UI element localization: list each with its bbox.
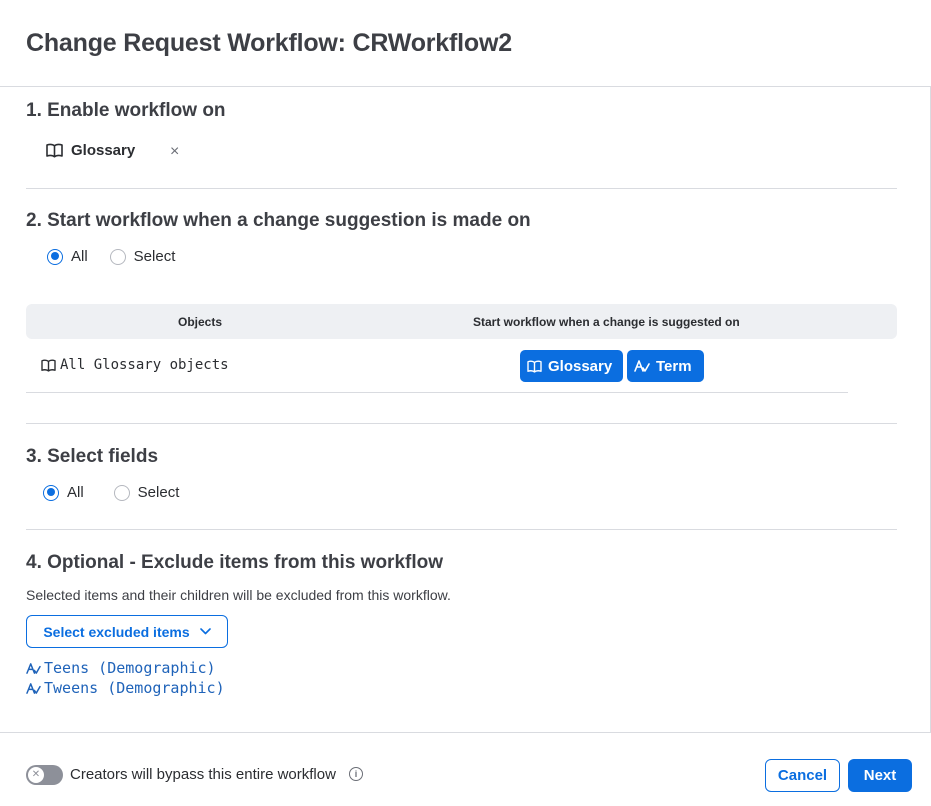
excluded-item[interactable]: Tweens (Demographic) bbox=[26, 679, 225, 697]
radio-label: All bbox=[67, 484, 84, 501]
section-2-title: 2. Start workflow when a change suggesti… bbox=[26, 210, 531, 231]
trigger-radio-group: All Select bbox=[47, 248, 175, 265]
book-icon bbox=[46, 143, 63, 158]
section-3-title: 3. Select fields bbox=[26, 446, 159, 467]
next-button[interactable]: Next bbox=[848, 759, 912, 792]
close-icon: ✕ bbox=[28, 767, 44, 783]
column-header-objects: Objects bbox=[178, 315, 223, 329]
radio-select[interactable]: Select bbox=[113, 484, 180, 501]
excluded-item-label: Teens (Demographic) bbox=[44, 659, 216, 677]
chevron-down-icon bbox=[199, 628, 211, 635]
dialog-header: Change Request Workflow: CRWorkflow2 bbox=[0, 0, 931, 87]
book-icon bbox=[41, 359, 56, 372]
tag-glossary[interactable]: Glossary bbox=[520, 350, 623, 382]
excluded-item-label: Tweens (Demographic) bbox=[44, 679, 225, 697]
select-excluded-label: Select excluded items bbox=[43, 623, 190, 640]
tag-label: Glossary bbox=[548, 357, 613, 375]
section-4-title: 4. Optional - Exclude items from this wo… bbox=[26, 552, 444, 573]
info-icon[interactable]: i bbox=[349, 767, 363, 781]
section-1-title: 1. Enable workflow on bbox=[26, 100, 226, 121]
select-excluded-items-button[interactable]: Select excluded items bbox=[26, 615, 228, 648]
dialog-footer: ✕ Creators will bypass this entire workf… bbox=[0, 732, 931, 806]
table-row: All Glossary objects Glossary Term bbox=[26, 339, 848, 393]
dialog-title: Change Request Workflow: CRWorkflow2 bbox=[26, 29, 512, 57]
remove-chip-button[interactable]: × bbox=[170, 143, 179, 161]
radio-label: All bbox=[71, 248, 88, 265]
term-icon bbox=[634, 360, 650, 372]
chip-label: Glossary bbox=[71, 142, 136, 159]
column-header-triggers: Start workflow when a change is suggeste… bbox=[473, 315, 740, 329]
enabled-on-chip: Glossary bbox=[46, 142, 135, 159]
term-icon bbox=[26, 682, 41, 694]
radio-all[interactable]: All bbox=[47, 248, 88, 265]
divider bbox=[26, 529, 897, 530]
radio-indicator bbox=[47, 248, 63, 265]
dialog-body: 1. Enable workflow on Glossary × 2. Star… bbox=[0, 87, 931, 732]
row-object: All Glossary objects bbox=[41, 357, 229, 373]
radio-indicator bbox=[113, 484, 130, 501]
excluded-item[interactable]: Teens (Demographic) bbox=[26, 659, 216, 677]
term-icon bbox=[26, 662, 41, 674]
tag-term[interactable]: Term bbox=[627, 350, 704, 382]
radio-indicator bbox=[109, 248, 126, 265]
radio-select[interactable]: Select bbox=[109, 248, 176, 265]
row-object-label: All Glossary objects bbox=[60, 357, 229, 373]
radio-all[interactable]: All bbox=[43, 484, 84, 501]
divider bbox=[26, 188, 897, 189]
radio-indicator bbox=[43, 484, 59, 501]
table-header: Objects Start workflow when a change is … bbox=[26, 304, 897, 339]
radio-label: Select bbox=[133, 248, 176, 265]
tag-label: Term bbox=[656, 357, 692, 375]
bypass-toggle-label: Creators will bypass this entire workflo… bbox=[70, 766, 336, 783]
radio-label: Select bbox=[137, 484, 180, 501]
fields-radio-group: All Select bbox=[43, 484, 179, 501]
cancel-button[interactable]: Cancel bbox=[765, 759, 840, 792]
book-icon bbox=[527, 360, 542, 373]
bypass-toggle[interactable]: ✕ bbox=[26, 765, 63, 785]
divider bbox=[26, 423, 897, 424]
exclude-hint: Selected items and their children will b… bbox=[26, 587, 451, 603]
